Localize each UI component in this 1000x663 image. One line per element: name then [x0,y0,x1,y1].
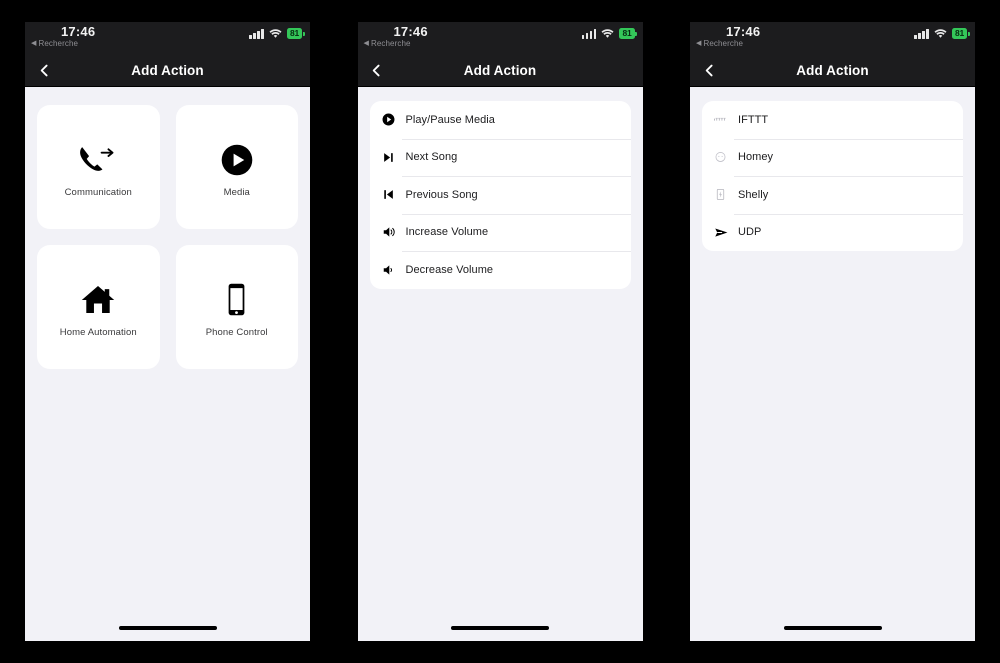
battery-charging-icon: 81 [286,28,305,39]
back-triangle-icon: ◀ [363,40,369,47]
category-tile-label: Home Automation [59,326,137,338]
phone-screen-home-automation-services: 17:46 ◀ Recherche 81 Add Action IFTTT Ho… [690,22,975,641]
back-button[interactable] [699,61,719,81]
list-item-label: Increase Volume [405,226,489,239]
home-indicator-area [690,615,975,641]
status-bar-indicators: 81 [914,28,970,39]
category-tile-home-automation[interactable]: Home Automation [37,245,160,369]
battery-charging-icon: 81 [951,28,970,39]
smartphone-icon [226,277,247,323]
status-bar-time: 17:46 [393,24,428,39]
back-button[interactable] [367,61,387,81]
home-indicator-area [25,615,310,641]
wifi-icon [269,28,282,39]
cellular-signal-icon [914,28,929,39]
cellular-signal-icon [249,28,264,39]
navigation-bar: Add Action [25,55,310,87]
category-tile-label: Communication [64,186,132,198]
list-item-previous-song[interactable]: Previous Song [370,176,631,214]
cellular-signal-icon [581,28,597,39]
status-bar-back-to-app[interactable]: ◀ Recherche [364,39,411,48]
status-bar-indicators: 81 [249,28,305,39]
category-tile-phone-control[interactable]: Phone Control [175,245,298,369]
category-tile-communication[interactable]: Communication [37,105,160,229]
skip-forward-icon [382,148,402,166]
list-item-decrease-volume[interactable]: Decrease Volume [370,251,631,289]
home-automation-services-content: IFTTT Homey Shelly UDP [690,87,975,615]
status-bar-back-to-app[interactable]: ◀ Recherche [31,39,78,48]
back-triangle-icon: ◀ [31,40,37,47]
wifi-icon [601,28,614,39]
services-card: IFTTT Homey Shelly UDP [702,101,963,251]
list-item-play-pause-media[interactable]: Play/Pause Media [370,101,631,139]
back-app-label: Recherche [370,39,411,48]
screenshot-stage: 17:46 ◀ Recherche 81 Add Action Communic… [0,0,1000,663]
status-bar-back-to-app[interactable]: ◀ Recherche [696,39,743,48]
media-actions-card: Play/Pause Media Next Song Previous Song… [369,101,631,289]
shelly-device-icon [714,186,734,204]
ifttt-logo-icon [714,111,734,129]
media-actions-content: Play/Pause Media Next Song Previous Song… [357,87,643,615]
phone-screen-media-actions: 17:46 ◀ Recherche 81 Add Action Play/Pau… [357,22,643,641]
list-item-increase-volume[interactable]: Increase Volume [370,213,631,252]
skip-backward-icon [382,186,402,204]
back-triangle-icon: ◀ [696,40,702,47]
list-item-label: Previous Song [405,188,478,201]
category-grid: Communication Media Home Automation Phon… [25,87,310,387]
status-bar-time: 17:46 [726,24,761,39]
home-indicator[interactable] [783,626,882,630]
wifi-icon [934,28,947,39]
list-item-label: Shelly [738,188,769,201]
navigation-bar: Add Action [690,55,975,87]
services-list-wrapper: IFTTT Homey Shelly UDP [690,87,975,265]
status-bar: 17:46 ◀ Recherche 81 [357,22,643,55]
page-title: Add Action [796,63,869,78]
home-indicator[interactable] [451,626,549,630]
back-app-label: Recherche [703,39,744,48]
page-title: Add Action [463,63,537,78]
list-item-homey[interactable]: Homey [702,138,963,177]
list-item-next-song[interactable]: Next Song [370,138,631,177]
list-item-udp[interactable]: UDP [702,213,963,252]
phone-forward-icon [78,137,118,183]
list-item-label: IFTTT [738,113,769,126]
play-circle-icon [220,137,254,183]
house-icon [80,277,116,323]
list-item-ifttt[interactable]: IFTTT [702,101,963,139]
homey-logo-icon [714,148,734,166]
send-paper-plane-icon [714,223,734,241]
list-item-shelly[interactable]: Shelly [702,176,963,214]
status-bar: 17:46 ◀ Recherche 81 [690,22,975,55]
page-title: Add Action [131,63,204,78]
status-bar: 17:46 ◀ Recherche 81 [25,22,310,55]
play-circle-icon [382,111,402,129]
media-actions-list-wrapper: Play/Pause Media Next Song Previous Song… [358,87,643,303]
home-indicator-area [357,615,643,641]
volume-down-icon [382,261,402,279]
category-tile-label: Media [223,186,250,198]
list-item-label: UDP [738,226,762,239]
back-app-label: Recherche [38,39,79,48]
status-bar-time: 17:46 [61,24,96,39]
phone-screen-categories: 17:46 ◀ Recherche 81 Add Action Communic… [25,22,310,641]
list-item-label: Decrease Volume [405,263,494,276]
navigation-bar: Add Action [357,55,643,87]
back-button[interactable] [34,61,54,81]
category-tile-media[interactable]: Media [175,105,298,229]
list-item-label: Play/Pause Media [405,113,495,126]
list-item-label: Next Song [405,151,458,164]
list-item-label: Homey [738,151,774,164]
categories-content: Communication Media Home Automation Phon… [25,87,310,615]
home-indicator[interactable] [118,626,217,630]
status-bar-indicators: 81 [581,28,638,39]
volume-up-icon [382,223,402,241]
battery-charging-icon: 81 [619,28,638,39]
category-tile-label: Phone Control [205,326,268,338]
